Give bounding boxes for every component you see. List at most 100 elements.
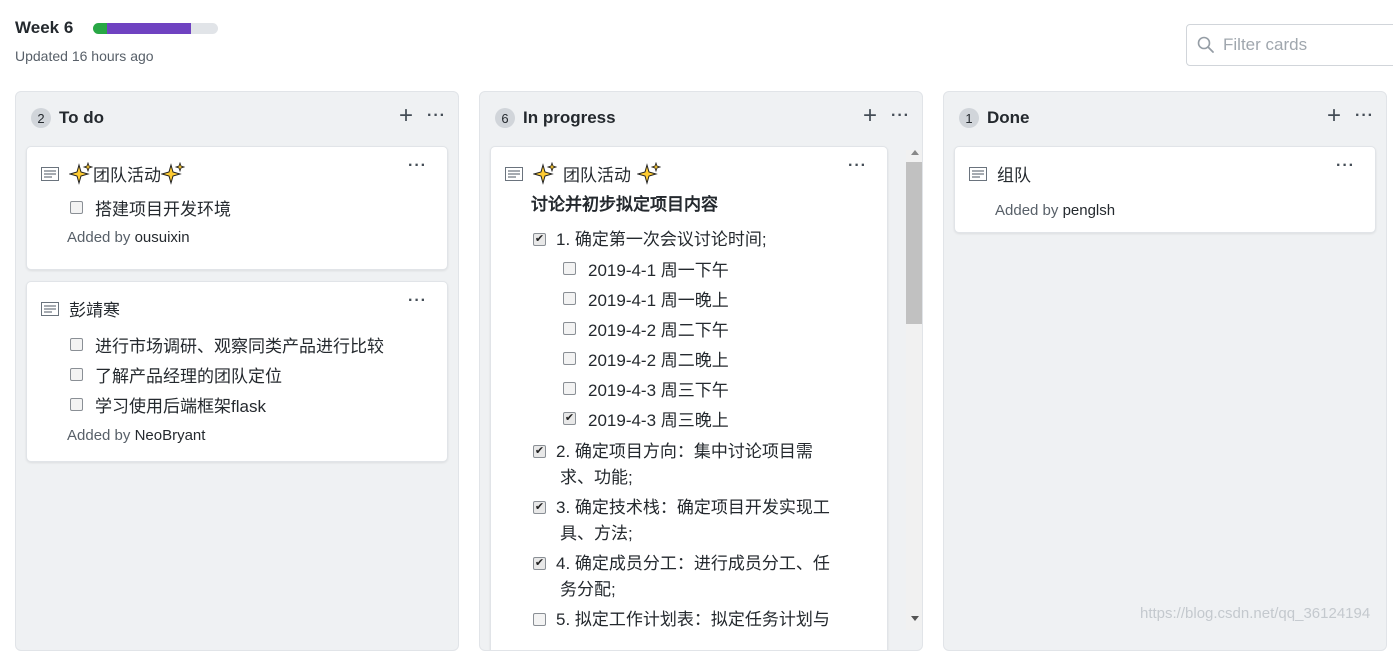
added-by-prefix: Added by (995, 202, 1063, 219)
subtask-label: 2019-4-2 周二下午 (588, 320, 729, 340)
filter-cards-input[interactable] (1223, 35, 1393, 55)
subtask-label: 2019-4-1 周一晚上 (588, 290, 729, 310)
task-checkbox[interactable] (70, 397, 83, 411)
subtask-item: 2019-4-1 周一下午 (563, 253, 887, 283)
scroll-down-arrow-icon[interactable] (911, 616, 919, 621)
updated-timestamp: Updated 16 hours ago (15, 48, 154, 64)
card-added-by: Added by penglsh (995, 202, 1375, 219)
card-author-link[interactable]: ousuixin (135, 229, 190, 246)
add-card-button[interactable]: + (399, 104, 413, 128)
task-label-line: 求、功能; (560, 468, 633, 487)
page-title: Week 6 (15, 18, 74, 37)
column-header: 6 In progress + ··· (480, 92, 922, 144)
task-checkbox-checked[interactable]: ✔ (533, 557, 546, 570)
task-checkbox[interactable] (563, 351, 576, 365)
task-label: 进行市场调研、观察同类产品进行比较 (95, 336, 384, 356)
card-menu-button[interactable]: ··· (408, 293, 427, 309)
column-title: Done (987, 108, 1030, 127)
card-author-link[interactable]: penglsh (1063, 202, 1116, 219)
add-card-button[interactable]: + (1327, 104, 1341, 128)
task-item: 5. 拟定工作计划表：拟定任务计划与 (533, 607, 887, 633)
column-title: To do (59, 108, 104, 127)
task-label: 5. 拟定工作计划表：拟定任务计划与 (556, 607, 830, 633)
task-checkbox-checked[interactable]: ✔ (533, 233, 546, 246)
add-card-button[interactable]: + (863, 104, 877, 128)
card-title-text: 团队活动 (93, 166, 161, 185)
card-in-progress-team-activity[interactable]: 团队活动 ··· 讨论并初步拟定项目内容 ✔ 1. 确定第一次会议讨论时间; 2… (490, 146, 888, 650)
subtask-label: 2019-4-3 周三下午 (588, 380, 729, 400)
column-title: In progress (523, 108, 616, 127)
sparkles-icon (533, 161, 557, 185)
card-count-badge: 2 (31, 108, 51, 128)
card-author-link[interactable]: NeoBryant (135, 427, 206, 444)
added-by-prefix: Added by (67, 427, 135, 444)
scrollbar-thumb[interactable] (906, 162, 922, 324)
card-todo-peng[interactable]: 彭靖寒 ··· 进行市场调研、观察同类产品进行比较 了解产品经理的团队定位 学习… (26, 281, 448, 462)
project-header: Week 6 Updated 16 hours ago (15, 18, 219, 64)
task-item: ✔ 2. 确定项目方向：集中讨论项目需求、功能; (533, 439, 887, 491)
task-label: 4. 确定成员分工：进行成员分工、任 务分配; (556, 551, 830, 603)
task-label-line: 2. 确定项目方向：集中讨论项目需 (556, 442, 813, 461)
task-item: 进行市场调研、观察同类产品进行比较 (70, 329, 447, 359)
task-checkbox[interactable] (563, 381, 576, 395)
task-label-line: 5. 拟定工作计划表：拟定任务计划与 (556, 610, 830, 629)
progress-bar (93, 22, 219, 34)
task-item: 了解产品经理的团队定位 (70, 359, 447, 389)
progress-in-progress-segment (107, 22, 191, 34)
watermark: https://blog.csdn.net/qq_36124194 (1140, 605, 1371, 622)
card-menu-button[interactable]: ··· (408, 158, 427, 174)
task-checkbox[interactable] (563, 261, 576, 275)
card-done-team-formation[interactable]: 组队 ··· Added by penglsh (954, 146, 1376, 233)
task-item: 搭建项目开发环境 (70, 192, 447, 222)
card-todo-team-activity[interactable]: 团队活动 ··· 搭建项目开发环境 Added by ousuixin (26, 146, 448, 270)
subtask-label: 2019-4-2 周二晚上 (588, 350, 729, 370)
task-checkbox[interactable] (563, 291, 576, 305)
filter-cards-field[interactable] (1186, 24, 1393, 66)
column-header: 1 Done + ··· (944, 92, 1386, 144)
task-label: 2. 确定项目方向：集中讨论项目需求、功能; (556, 439, 813, 491)
subtask-item: 2019-4-1 周一晚上 (563, 283, 887, 313)
card-added-by: Added by ousuixin (67, 229, 447, 246)
task-checkbox[interactable] (70, 200, 83, 214)
card-menu-button[interactable]: ··· (848, 158, 867, 174)
sparkles-icon (69, 161, 93, 185)
column-menu-button[interactable]: ··· (1355, 108, 1374, 124)
card-menu-button[interactable]: ··· (1336, 158, 1355, 174)
card-count-badge: 1 (959, 108, 979, 128)
sparkles-icon (161, 161, 185, 185)
task-label: 3. 确定技术栈：确定项目开发实现工 具、方法; (556, 495, 830, 547)
task-item: ✔ 3. 确定技术栈：确定项目开发实现工 具、方法; (533, 495, 887, 547)
card-title-text: 团队活动 (563, 166, 631, 185)
task-label-line: 3. 确定技术栈：确定项目开发实现工 (556, 498, 830, 517)
column-menu-button[interactable]: ··· (427, 108, 446, 124)
progress-done-segment (93, 22, 108, 34)
search-icon (1197, 36, 1214, 53)
task-checkbox[interactable] (70, 337, 83, 351)
note-icon (969, 166, 987, 181)
column-scrollbar[interactable] (906, 150, 922, 630)
task-checkbox-checked[interactable]: ✔ (533, 445, 546, 458)
task-checkbox[interactable] (533, 613, 546, 626)
task-item: 学习使用后端框架flask (70, 389, 447, 419)
task-label-line: 务分配; (560, 580, 616, 599)
card-subtitle: 讨论并初步拟定项目内容 (531, 195, 718, 214)
column-in-progress: 6 In progress + ··· 团队活动 ··· 讨论并初步拟定项目内容… (479, 91, 923, 651)
note-icon (41, 166, 59, 181)
subtask-item: 2019-4-3 周三下午 (563, 373, 887, 403)
sparkles-icon (637, 161, 661, 185)
task-checkbox-checked[interactable]: ✔ (563, 411, 576, 425)
added-by-prefix: Added by (67, 229, 135, 246)
task-checkbox[interactable] (563, 321, 576, 335)
column-done: 1 Done + ··· 组队 ··· Added by penglsh (943, 91, 1387, 651)
column-todo: 2 To do + ··· 团队活动 ··· 搭建项目开发环境 Added by… (15, 91, 459, 651)
task-checkbox-checked[interactable]: ✔ (533, 501, 546, 514)
task-item: ✔ 1. 确定第一次会议讨论时间; (533, 227, 887, 253)
column-menu-button[interactable]: ··· (891, 108, 910, 124)
subtask-item: 2019-4-2 周二下午 (563, 313, 887, 343)
scroll-up-arrow-icon[interactable] (911, 150, 919, 155)
task-checkbox[interactable] (70, 367, 83, 381)
card-title-text: 组队 (997, 166, 1031, 185)
subtask-item: ✔ 2019-4-3 周三晚上 (563, 403, 887, 433)
column-header: 2 To do + ··· (16, 92, 458, 144)
card-added-by: Added by NeoBryant (67, 427, 447, 444)
